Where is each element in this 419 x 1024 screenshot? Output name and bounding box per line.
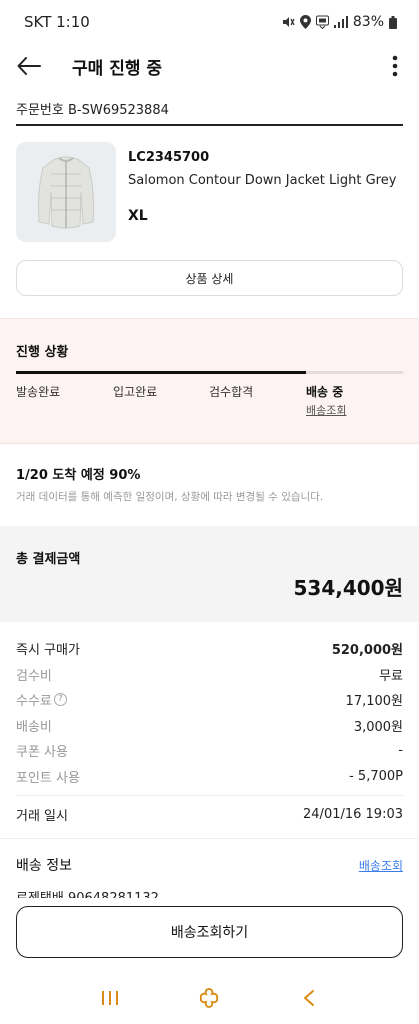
trade-date-label: 거래 일시: [16, 809, 68, 824]
arrival-note: 거래 데이터를 통해 예측한 일정이며, 상황에 따라 변경될 수 있습니다.: [16, 491, 324, 503]
progress-step-shipped: 발송완료: [16, 385, 61, 399]
progress-title: 진행 상황: [16, 345, 69, 360]
progress-fill: [16, 371, 307, 374]
bottom-cta-bar: 배송조회하기: [0, 898, 419, 972]
arrival-title: 1/20 도착 예정 90%: [16, 468, 141, 483]
trade-date-value: 24/01/16 19:03: [303, 807, 403, 822]
progress-section: 진행 상황 발송완료 입고완료 검수합격 배송 중 배송조회: [0, 318, 419, 444]
arrow-left-icon[interactable]: [16, 53, 42, 79]
product-size: XL: [128, 208, 148, 224]
progress-step-received: 입고완료: [113, 385, 158, 399]
status-time: SKT 1:10: [24, 13, 90, 31]
nav-back-icon[interactable]: [289, 978, 329, 1018]
shipping-tracking-number: 로젠택배 90648281132: [16, 887, 159, 898]
jacket-image: [38, 156, 94, 229]
signal-icon: [333, 16, 348, 28]
product-code: LC2345700: [128, 150, 210, 165]
product-detail-button[interactable]: 상품 상세: [16, 260, 403, 296]
payment-label: 쿠폰 사용: [16, 745, 68, 761]
app-header: 구매 진행 중: [0, 44, 419, 88]
lte-icon: [315, 15, 329, 29]
shipping-info-title: 배송 정보: [16, 858, 72, 874]
mute-icon: [282, 17, 295, 27]
recent-apps-icon[interactable]: [90, 978, 130, 1018]
battery-percent: 83%: [352, 14, 384, 30]
total-payment-value: 534,400원: [293, 576, 404, 600]
payment-value: 무료: [379, 668, 403, 684]
payment-label: 배송비: [16, 719, 52, 735]
status-icons: 83%: [281, 14, 397, 30]
payment-row-fee: 수수료 ? 17,100원: [16, 687, 403, 713]
status-bar: SKT 1:10 83%: [0, 0, 419, 44]
payment-row-buy-price: 즉시 구매가 520,000원: [16, 636, 403, 662]
product-info: LC2345700 Salomon Contour Down Jacket Li…: [128, 142, 396, 242]
payment-value: 3,000원: [353, 719, 403, 735]
track-delivery-button[interactable]: 배송조회하기: [16, 906, 403, 958]
product-summary[interactable]: LC2345700 Salomon Contour Down Jacket Li…: [16, 142, 403, 242]
total-payment-label: 총 결제금액: [16, 552, 81, 567]
page-title: 구매 진행 중: [72, 58, 163, 79]
more-vertical-icon[interactable]: [387, 53, 403, 79]
progress-step-delivering: 배송 중: [306, 385, 344, 399]
payment-row-points: 포인트 사용 - 5,700P: [16, 764, 403, 790]
payment-label: 즉시 구매가: [16, 643, 80, 659]
total-payment-section: 총 결제금액 534,400원: [0, 526, 419, 622]
payment-value: 520,000원: [331, 643, 403, 659]
battery-icon: [389, 15, 397, 29]
location-icon: [299, 15, 311, 29]
payment-label: 수수료: [16, 694, 52, 710]
shipping-tracking-link[interactable]: 배송조회: [359, 857, 403, 874]
payment-label: 포인트 사용: [16, 770, 80, 786]
payment-label: 검수비: [16, 668, 52, 684]
payment-value: 17,100원: [345, 694, 403, 710]
arrival-estimate: 1/20 도착 예정 90% 거래 데이터를 통해 예측한 일정이며, 상황에 …: [16, 464, 403, 504]
progress-track: [16, 371, 403, 374]
home-icon[interactable]: [189, 978, 229, 1018]
progress-step-inspected: 검수합격: [209, 385, 254, 399]
order-number: 주문번호 B-SW69523884: [16, 98, 403, 126]
payment-label-wrap: 수수료 ?: [16, 690, 67, 709]
payment-row-shipping: 배송비 3,000원: [16, 713, 403, 739]
payment-value: -: [398, 743, 403, 759]
payment-breakdown: 즉시 구매가 520,000원 검수비 무료 수수료 ? 17,100원 배송비…: [16, 636, 403, 789]
product-name: Salomon Contour Down Jacket Light Grey: [128, 173, 397, 188]
progress-tracking-link[interactable]: 배송조회: [306, 402, 346, 418]
system-nav-bar: [0, 972, 419, 1024]
payment-row-coupon: 쿠폰 사용 -: [16, 738, 403, 764]
payment-value: - 5,700P: [349, 768, 403, 784]
payment-row-inspection: 검수비 무료: [16, 662, 403, 688]
trade-date-row: 거래 일시 24/01/16 19:03: [16, 795, 403, 833]
help-icon[interactable]: ?: [53, 693, 67, 707]
product-image: [16, 142, 116, 242]
shipping-info-section: 배송 정보 배송조회 로젠택배 90648281132: [0, 838, 419, 898]
